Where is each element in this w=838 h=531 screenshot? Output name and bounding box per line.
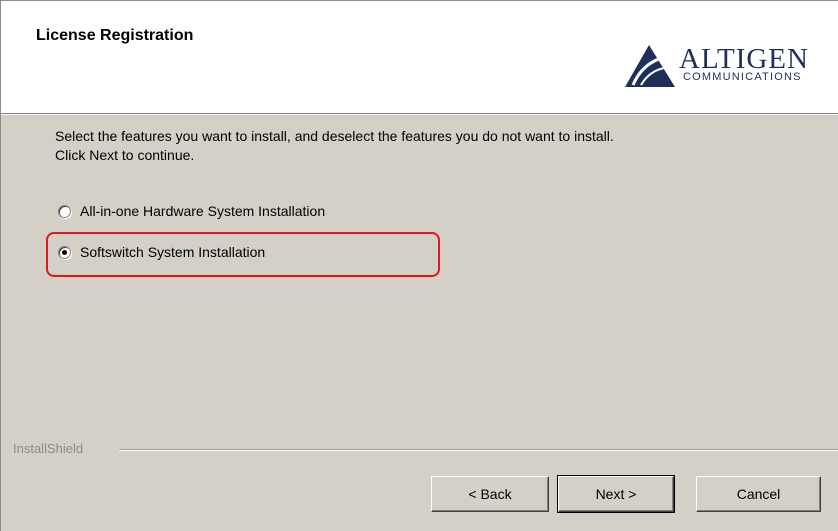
dialog-header: License Registration ALTIGEN COMMUNICATI… — [1, 1, 838, 113]
option-all-in-one-hardware[interactable]: All-in-one Hardware System Installation — [58, 203, 325, 219]
radio-button-unselected[interactable] — [58, 204, 71, 218]
back-button[interactable]: < Back — [431, 476, 549, 512]
instruction-line-1: Select the features you want to install,… — [55, 128, 614, 144]
footer-divider-highlight — [119, 450, 838, 451]
page-title: License Registration — [36, 27, 194, 44]
installshield-label: InstallShield — [13, 441, 84, 456]
next-button[interactable]: Next > — [557, 475, 675, 513]
header-divider-highlight — [1, 114, 838, 115]
instruction-line-2: Click Next to continue. — [55, 147, 195, 163]
instruction-text: Select the features you want to install,… — [55, 127, 815, 165]
altigen-logo: ALTIGEN COMMUNICATIONS — [621, 41, 836, 91]
highlight-annotation — [46, 232, 440, 277]
altigen-logo-icon — [625, 45, 675, 87]
license-registration-dialog: License Registration ALTIGEN COMMUNICATI… — [0, 0, 838, 531]
cancel-button[interactable]: Cancel — [696, 476, 821, 512]
option-label: All-in-one Hardware System Installation — [80, 203, 326, 219]
logo-sub-text: COMMUNICATIONS — [683, 71, 802, 83]
